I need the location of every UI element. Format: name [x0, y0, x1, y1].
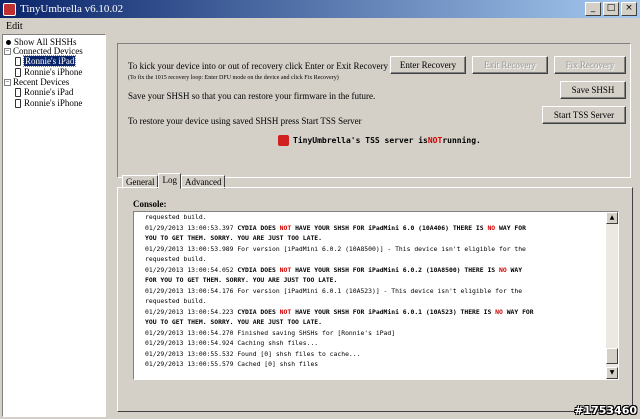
console-segment: NO	[487, 223, 496, 232]
console-line: 01/29/2013 13:00:54.270 Finished saving …	[145, 328, 595, 339]
console-segment: FOR YOU TO GET THEM. SORRY. YOU ARE JUST…	[145, 276, 338, 284]
umbrella-icon	[278, 135, 289, 146]
console-label: Console:	[133, 199, 167, 209]
console-segment: NOT	[279, 223, 292, 232]
tss-status: TinyUmbrella's TSS server is NOT running…	[278, 135, 481, 146]
console-segment: 01/29/2013 13:00:54.270 Finished saving …	[145, 328, 396, 337]
tree-connected-devices[interactable]: − Connected Devices	[4, 46, 83, 56]
console-scrollbar[interactable]: ▲ ▼	[606, 212, 618, 379]
enter-recovery-button[interactable]: Enter Recovery	[390, 56, 466, 74]
console-line: 01/29/2013 13:00:54.176 For version [iPa…	[145, 286, 595, 297]
console-segment: HAVE YOUR SHSH FOR iPadMini 6.0.1 (10A52…	[291, 307, 496, 316]
tree-recent-ipad[interactable]: Ronnie's iPad	[15, 87, 73, 97]
console-line: 01/29/2013 13:00:55.532 Found [0] shsh f…	[145, 349, 595, 360]
console-line: requested build.	[145, 296, 595, 307]
console-segment: 01/29/2013 13:00:54.924 Caching shsh fil…	[145, 339, 319, 347]
console-segment: CYDIA DOES	[237, 223, 280, 232]
console-line: 01/29/2013 13:00:55.579 Cached [0] shsh …	[145, 359, 595, 370]
save-instructions: Save your SHSH so that you can restore y…	[128, 91, 376, 101]
console-segment: CYDIA DOES	[237, 265, 280, 274]
console-segment: WAY FOR	[495, 223, 526, 232]
bullet-icon	[6, 39, 11, 45]
watermark: #1753460	[574, 404, 637, 417]
recovery-hint: (To fix the 1015 recovery loop: Enter DF…	[128, 75, 339, 81]
console-line: requested build.	[145, 212, 595, 223]
console-segment: HAVE YOUR SHSH FOR iPadMini 6.0.2 (10A85…	[291, 265, 499, 274]
controls-group: To kick your device into or out of recov…	[117, 43, 631, 178]
console-segment: 01/29/2013 13:00:53.989 For version [iPa…	[145, 244, 526, 253]
menu-bar: Edit	[0, 18, 640, 34]
collapse-icon[interactable]: −	[4, 78, 11, 86]
umbrella-app-icon	[3, 2, 16, 16]
console-segment: HAVE YOUR SHSH FOR iPadMini 6.0 (10A406)…	[291, 223, 488, 232]
tree-recent-devices[interactable]: − Recent Devices	[4, 77, 69, 87]
console-segment: NO	[495, 307, 503, 316]
console-segment: 01/29/2013 13:00:54.223	[145, 307, 238, 316]
console-segment: NOT	[279, 265, 292, 274]
window-title: TinyUmbrella v6.10.02	[20, 3, 124, 15]
tree-connected-iphone[interactable]: Ronnie's iPhone	[15, 67, 82, 77]
console-segment: 01/29/2013 13:00:54.052	[145, 265, 238, 274]
console-line: YOU TO GET THEM. SORRY. YOU ARE JUST TOO…	[145, 317, 595, 328]
device-tree[interactable]: Show All SHSHs − Connected Devices Ronni…	[2, 34, 106, 417]
exit-recovery-button[interactable]: Exit Recovery	[472, 56, 548, 74]
ipad-device-icon	[15, 87, 21, 97]
console-segment: 01/29/2013 13:00:53.397	[145, 223, 238, 232]
console-line: FOR YOU TO GET THEM. SORRY. YOU ARE JUST…	[145, 275, 595, 286]
fix-recovery-button[interactable]: Fix Recovery	[554, 56, 626, 74]
minimize-icon[interactable]: _	[585, 2, 601, 16]
console-line: YOU TO GET THEM. SORRY. YOU ARE JUST TOO…	[145, 233, 595, 244]
console-line: 01/29/2013 13:00:53.397 CYDIA DOES NOT H…	[145, 223, 595, 234]
console-segment: requested build.	[145, 297, 207, 305]
scroll-down-icon[interactable]: ▼	[606, 367, 618, 379]
maximize-icon[interactable]: □	[603, 2, 619, 16]
console-segment: requested build.	[145, 213, 207, 221]
main-panel: To kick your device into or out of recov…	[110, 34, 638, 417]
iphone-device-icon	[15, 98, 21, 108]
console-segment: 01/29/2013 13:00:55.532 Found [0] shsh f…	[145, 349, 361, 358]
console-segment: WAY	[506, 265, 523, 274]
console-line: 01/29/2013 13:00:54.924 Caching shsh fil…	[145, 338, 595, 349]
console-line: 01/29/2013 13:00:54.052 CYDIA DOES NOT H…	[145, 265, 595, 276]
start-tss-server-button[interactable]: Start TSS Server	[542, 106, 626, 124]
iphone-device-icon	[15, 67, 21, 77]
save-shsh-button[interactable]: Save SHSH	[560, 81, 626, 99]
scroll-up-icon[interactable]: ▲	[606, 212, 618, 224]
console-output[interactable]: requested build. 01/29/2013 13:00:53.397 …	[133, 211, 619, 380]
console-segment: 01/29/2013 13:00:55.579 Cached [0] shsh …	[145, 360, 319, 368]
restore-instructions: To restore your device using saved SHSH …	[128, 116, 362, 126]
tree-connected-ipad[interactable]: Ronnie's iPad	[15, 55, 77, 67]
console-segment: WAY FOR	[502, 307, 534, 316]
title-bar[interactable]: TinyUmbrella v6.10.02 _ □ ×	[0, 0, 640, 18]
console-log: requested build. 01/29/2013 13:00:53.397 …	[145, 212, 595, 370]
console-line: 01/29/2013 13:00:54.223 CYDIA DOES NOT H…	[145, 307, 595, 318]
console-segment: YOU TO GET THEM. SORRY. YOU ARE JUST TOO…	[145, 234, 322, 242]
console-segment: requested build.	[145, 255, 207, 263]
scroll-thumb[interactable]	[606, 348, 618, 364]
console-segment: NO	[498, 265, 507, 274]
tab-log[interactable]: Log	[158, 173, 181, 189]
recovery-instructions: To kick your device into or out of recov…	[128, 61, 389, 71]
console-segment: 01/29/2013 13:00:54.176 For version [iPa…	[145, 286, 523, 295]
collapse-icon[interactable]: −	[4, 47, 11, 55]
window-controls: _ □ ×	[585, 2, 637, 16]
console-segment: YOU TO GET THEM. SORRY. YOU ARE JUST TOO…	[145, 318, 322, 326]
close-icon[interactable]: ×	[621, 2, 637, 16]
tree-recent-iphone[interactable]: Ronnie's iPhone	[15, 98, 82, 108]
menu-edit[interactable]: Edit	[6, 21, 23, 32]
console-segment: NOT	[279, 307, 292, 316]
console-segment: CYDIA DOES	[237, 307, 280, 316]
console-line: 01/29/2013 13:00:53.989 For version [iPa…	[145, 244, 595, 255]
ipad-device-icon	[15, 56, 21, 66]
console-line: requested build.	[145, 254, 595, 265]
